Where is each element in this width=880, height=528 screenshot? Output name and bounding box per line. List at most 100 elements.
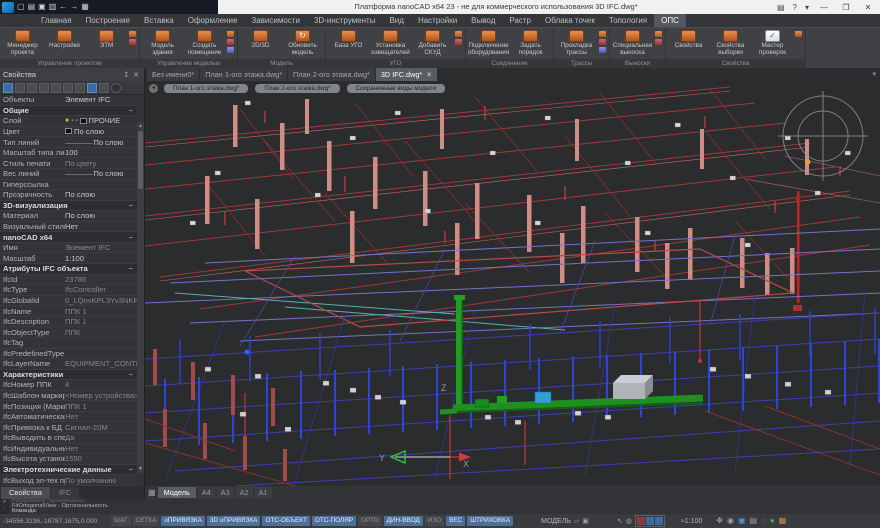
ribbon-tab[interactable]: Растр	[502, 14, 538, 27]
view-pill[interactable]: Сохраненные виды модели	[347, 84, 446, 93]
layout-tab-sheet[interactable]: A1	[255, 487, 272, 498]
viewport-lock-icon[interactable]: ▣	[582, 517, 589, 525]
layer-on-icon[interactable]: ●	[65, 117, 69, 124]
property-section-header[interactable]: Общие−	[0, 106, 137, 117]
ribbon-mini-icon[interactable]	[129, 39, 136, 45]
notification-icon[interactable]: ●	[770, 516, 775, 526]
workspace-icon[interactable]: ▦	[779, 516, 787, 526]
ribbon-tab[interactable]: ОПС	[654, 14, 686, 27]
book-icon[interactable]: ▤	[774, 3, 788, 12]
select-filter-icon[interactable]	[63, 83, 73, 93]
ribbon-mini-icon[interactable]	[655, 31, 662, 37]
status-toggle[interactable]: оПРИВЯЗКА	[161, 516, 205, 526]
collapse-icon[interactable]: −	[128, 465, 137, 474]
select-cursor-icon[interactable]	[3, 83, 13, 93]
property-row[interactable]: IfcПозиция (Маркиро...ППК 1	[0, 401, 137, 412]
ribbon-button[interactable]: Установка извещателей	[370, 29, 411, 56]
ribbon-button[interactable]: Модель здания	[142, 29, 183, 56]
ribbon-button[interactable]: Подключение оборудования	[468, 29, 509, 56]
property-row[interactable]: Масштаб типа линий100	[0, 148, 137, 159]
select-crossing-icon[interactable]	[39, 83, 49, 93]
ribbon-tab[interactable]: Настройки	[411, 14, 464, 27]
layout-grid-icon[interactable]: ▦	[148, 488, 156, 497]
open-file-icon[interactable]: ▤	[28, 2, 36, 12]
ribbon-mini-icon[interactable]	[129, 31, 136, 37]
redo-icon[interactable]: →	[70, 2, 78, 12]
ribbon-button[interactable]: Задать порядок	[510, 29, 551, 56]
layout-tab-model[interactable]: Модель	[158, 487, 196, 498]
highlight-icon[interactable]	[87, 83, 97, 93]
property-row[interactable]: IfcNameППК 1	[0, 306, 137, 317]
property-row[interactable]: IfcАвтоматическая м...Нет	[0, 412, 137, 423]
ribbon-tab[interactable]: Зависимости	[244, 14, 307, 27]
print-icon[interactable]: ▦	[81, 2, 89, 12]
viewport-back-button[interactable]: ◂	[149, 84, 158, 93]
command-history[interactable]: FitOrtogonalView - Ортогональность FitOr…	[9, 499, 880, 514]
ribbon-button[interactable]: Свойства	[668, 29, 709, 50]
status-toggle[interactable]: СЕТКА	[133, 516, 160, 526]
select-all-icon[interactable]	[15, 83, 25, 93]
zoom-icon[interactable]: ◉	[727, 516, 734, 526]
help-button[interactable]: ?	[790, 3, 800, 12]
fullscreen-icon[interactable]: ▣	[738, 516, 746, 526]
collapse-icon[interactable]: −	[128, 106, 137, 115]
ribbon-mini-icon[interactable]	[599, 31, 606, 37]
ribbon-button[interactable]: ✓Мастер проверок	[752, 29, 793, 56]
property-row[interactable]: IfcLayerNameEQUIPMENT_CONTROL_...	[0, 359, 137, 370]
quick-select-icon[interactable]	[51, 83, 61, 93]
ribbon-mini-icon[interactable]	[227, 31, 234, 37]
status-toggle[interactable]: ВЕС	[446, 516, 465, 526]
property-row[interactable]: IfcDescriptionППК 1	[0, 317, 137, 328]
ribbon-tab[interactable]: 3D-инструменты	[307, 14, 383, 27]
ribbon-mini-icon[interactable]	[227, 47, 234, 53]
command-line[interactable]: ✕ ◦ FitOrtogonalView - Ортогональность F…	[0, 499, 880, 514]
panel-close-icon[interactable]: ✕	[131, 71, 141, 79]
collapse-icon[interactable]: −	[128, 370, 137, 379]
orbit-icon[interactable]: ◌	[761, 516, 766, 526]
property-row[interactable]: IfcTag	[0, 338, 137, 349]
save-all-icon[interactable]: ▥	[49, 2, 57, 12]
paper-model-icon[interactable]: ▱	[574, 517, 579, 525]
ribbon-tab[interactable]: Вид	[382, 14, 410, 27]
command-pin-icon[interactable]: ◦	[4, 507, 6, 512]
new-file-icon[interactable]: ▢	[17, 2, 25, 12]
ribbon-mini-icon[interactable]	[599, 39, 606, 45]
status-toggle[interactable]: 3D оПРИВЯЗКА	[207, 516, 260, 526]
property-row[interactable]: IfcВыводить в специ...Да	[0, 433, 137, 444]
ribbon-button[interactable]: Настройки	[44, 29, 85, 50]
ribbon-mini-icon[interactable]	[795, 31, 802, 37]
ribbon-tab[interactable]: Главная	[34, 14, 78, 27]
view-compass[interactable]	[778, 91, 868, 181]
ribbon-button[interactable]: Свойства выборки	[710, 29, 751, 56]
annotation-scale-value[interactable]: ≈1:100	[681, 518, 702, 525]
property-row[interactable]: IfcПривязка к БДСигнал-20М	[0, 422, 137, 433]
ribbon-mini-icon[interactable]	[599, 47, 606, 53]
pin-icon[interactable]: ↧	[121, 71, 131, 79]
property-row[interactable]: Масштаб1:100	[0, 253, 137, 264]
select-window-icon[interactable]	[27, 83, 37, 93]
ribbon-tab[interactable]: Топология	[602, 14, 654, 27]
view-pill[interactable]: План 1-ого этажа.dwg*	[164, 84, 248, 93]
select-lasso-icon[interactable]	[99, 83, 109, 93]
scroll-down-icon[interactable]: ▼	[137, 465, 144, 473]
ribbon-tab[interactable]: Облака точек	[538, 14, 602, 27]
model-space-indicator[interactable]: МОДЕЛЬ ▱ ▣	[541, 517, 589, 525]
status-toggle[interactable]: ДИН-ВВОД	[384, 516, 423, 526]
status-toggle[interactable]: ОТС-ОБЪЕКТ	[262, 516, 310, 526]
property-row[interactable]: IfcВысота установки,...1550	[0, 454, 137, 465]
undo-icon[interactable]: ←	[59, 2, 67, 12]
save-icon[interactable]: ▣	[38, 2, 46, 12]
viewport-canvas[interactable]: Z Y X	[145, 81, 880, 486]
property-row[interactable]: ОбъектыЭлемент IFC	[0, 95, 137, 106]
panel-tab-Свойства[interactable]: Свойства	[1, 487, 50, 499]
property-row[interactable]: IfcВыход эл-тех пров...По умолчанию	[0, 475, 137, 486]
ribbon-button[interactable]: Прокладка трассы	[556, 29, 597, 56]
ribbon-button[interactable]: 2D/3D	[240, 29, 281, 50]
ribbon-tab[interactable]: Оформление	[181, 14, 245, 27]
ribbon-mini-icon[interactable]	[655, 39, 662, 45]
property-row[interactable]: IfcGlobalId0_LQnvKPL3Yv3NKP_B7...	[0, 296, 137, 307]
layout-tab-sheet[interactable]: A3	[217, 487, 234, 498]
document-tab[interactable]: Без имени0*	[147, 68, 199, 81]
collapse-icon[interactable]: −	[128, 233, 137, 242]
annotation-scale-icon[interactable]	[637, 517, 645, 525]
